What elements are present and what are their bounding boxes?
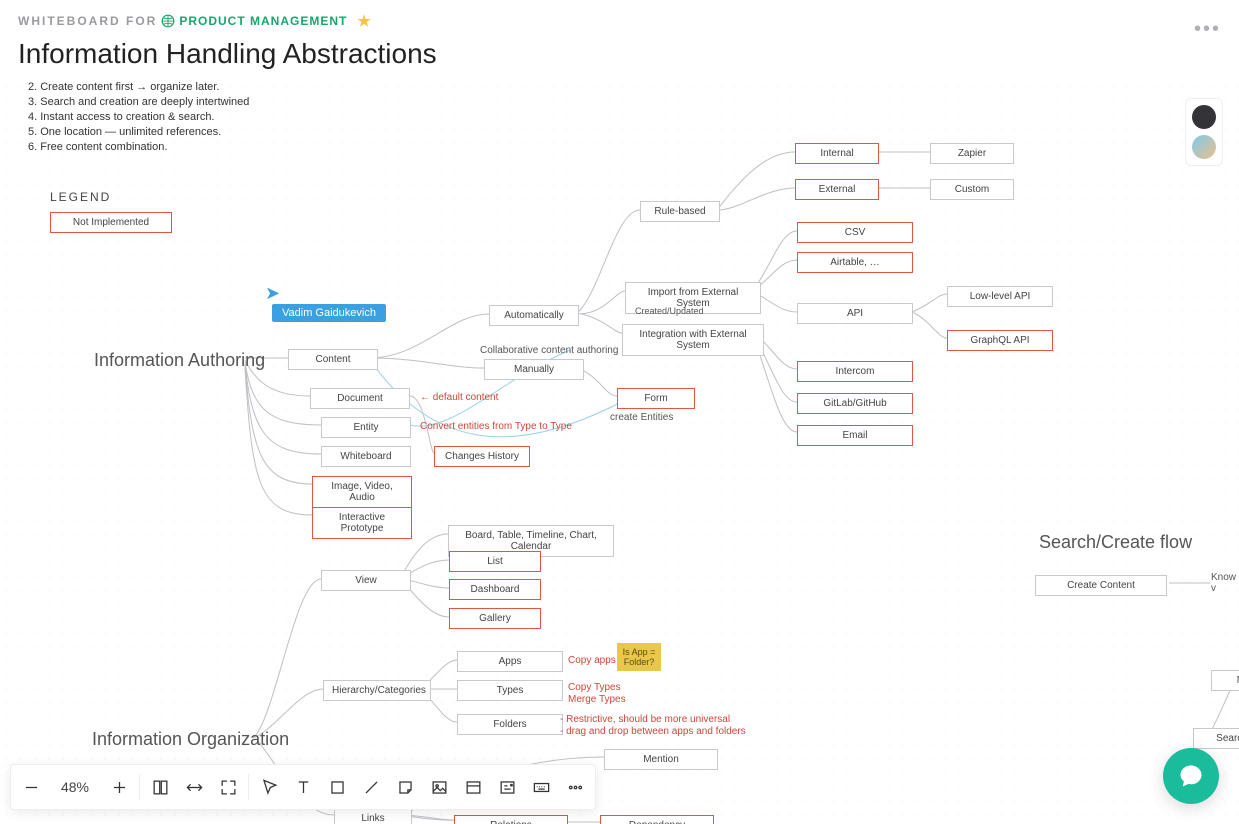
node-integration-external[interactable]: Integration with External System [622,324,764,356]
whiteboard-canvas[interactable]: 2. Create content first → organize later… [0,80,1239,824]
annot-copy-types: Copy Types [568,682,621,693]
node-automatically[interactable]: Automatically [489,305,579,326]
node-entity[interactable]: Entity [321,417,411,438]
zoom-in-button[interactable] [109,777,129,797]
node-hierarchy[interactable]: Hierarchy/Categories [323,680,431,701]
breadcrumb: WHITEBOARD FOR PRODUCT MANAGEMENT ★ [18,12,1221,30]
node-low-level-api[interactable]: Low-level API [947,286,1053,307]
label-created-updated: Created/Updated [635,306,704,316]
section-organization-label: Information Organization [92,729,289,750]
sticky-note[interactable]: Is App = Folder? [617,643,661,671]
node-gitlab-github[interactable]: GitLab/GitHub [797,393,913,414]
line-tool-button[interactable] [361,777,381,797]
annot-restrictive: - Restrictive, should be more universal [560,714,730,725]
node-create-content[interactable]: Create Content [1035,575,1167,596]
node-csv[interactable]: CSV [797,222,913,243]
node-intercom[interactable]: Intercom [797,361,913,382]
node-external[interactable]: External [795,179,879,200]
node-relations[interactable]: Relations [454,815,568,824]
node-interactive-prototype[interactable]: Interactive Prototype [312,507,412,539]
node-view[interactable]: View [321,570,411,591]
annot-default-content: ← default content [420,392,498,403]
principles-list: 2. Create content first → organize later… [28,80,249,155]
node-internal[interactable]: Internal [795,143,879,164]
more-tools-button[interactable] [565,777,585,797]
node-dashboard[interactable]: Dashboard [449,579,541,600]
remote-cursor-icon: ➤ [265,283,280,304]
annot-drag-drop: - drag and drop between apps and folders [560,726,746,737]
fullscreen-button[interactable] [218,777,238,797]
star-icon[interactable]: ★ [357,12,372,30]
node-search[interactable]: Search [1193,728,1239,749]
image-tool-button[interactable] [429,777,449,797]
label-create-entities: create Entities [610,412,673,423]
avatar[interactable] [1192,105,1216,129]
presence-panel [1185,98,1223,166]
node-list[interactable]: List [449,551,541,572]
fit-horizontal-button[interactable] [184,777,204,797]
keyboard-button[interactable] [531,777,551,797]
help-chat-button[interactable] [1163,748,1219,804]
legend: LEGEND Not Implemented [50,190,172,233]
breadcrumb-prefix: WHITEBOARD FOR [18,14,157,28]
toolbar: 48% [10,764,596,810]
avatar[interactable] [1192,135,1216,159]
principle-item: Create content first → organize later. [40,81,219,93]
node-email[interactable]: Email [797,425,913,446]
fit-width-button[interactable] [150,777,170,797]
node-rule-based[interactable]: Rule-based [640,201,720,222]
annot-convert-entities: Convert entities from Type to Type [420,421,572,432]
node-graphql-api[interactable]: GraphQL API [947,330,1053,351]
more-menu-button[interactable]: ••• [1194,18,1221,41]
principle-item: Search and creation are deeply intertwin… [40,96,249,108]
text-tool-button[interactable] [293,777,313,797]
node-not-f[interactable]: NOT f [1211,670,1239,691]
section-search-flow-label: Search/Create flow [1039,532,1192,553]
node-form[interactable]: Form [617,388,695,409]
space-link[interactable]: PRODUCT MANAGEMENT [161,14,347,28]
sticky-tool-button[interactable] [395,777,415,797]
principle-item: Free content combination. [40,141,167,153]
node-image-video-audio[interactable]: Image, Video, Audio [312,476,412,508]
section-authoring-label: Information Authoring [94,350,265,371]
node-content[interactable]: Content [288,349,378,370]
edge-layer [0,80,1239,824]
principle-item: Instant access to creation & search. [40,111,214,123]
node-links[interactable]: Links [334,808,412,824]
select-tool-button[interactable] [259,777,279,797]
node-gallery[interactable]: Gallery [449,608,541,629]
annot-copy-apps: Copy apps [568,655,616,666]
node-zapier[interactable]: Zapier [930,143,1014,164]
label-collab-authoring: Collaborative content authoring [480,345,618,356]
node-airtable[interactable]: Airtable, … [797,252,913,273]
remote-user-tag: Vadim Gaidukevich [272,304,386,322]
node-api[interactable]: API [797,303,913,324]
space-name: PRODUCT MANAGEMENT [179,14,347,28]
node-custom[interactable]: Custom [930,179,1014,200]
legend-not-implemented: Not Implemented [50,212,172,233]
shape-tool-button[interactable] [327,777,347,797]
zoom-out-button[interactable] [21,777,41,797]
page-title: Information Handling Abstractions [18,38,1221,70]
chat-icon [1177,762,1205,790]
node-manually[interactable]: Manually [484,359,584,380]
principle-item: One location — unlimited references. [40,126,221,138]
annot-merge-types: Merge Types [568,694,626,705]
label-know-v: Know v [1211,572,1239,594]
node-mention[interactable]: Mention [604,749,718,770]
node-changes-history[interactable]: Changes History [434,446,530,467]
legend-title: LEGEND [50,190,172,204]
node-folders[interactable]: Folders [457,714,563,735]
node-apps[interactable]: Apps [457,651,563,672]
node-document[interactable]: Document [310,388,410,409]
frame-tool-button[interactable] [463,777,483,797]
node-types[interactable]: Types [457,680,563,701]
card-tool-button[interactable] [497,777,517,797]
space-icon [161,14,175,28]
node-dependency[interactable]: Dependency [600,815,714,824]
node-whiteboard[interactable]: Whiteboard [321,446,411,467]
zoom-level[interactable]: 48% [55,779,95,795]
